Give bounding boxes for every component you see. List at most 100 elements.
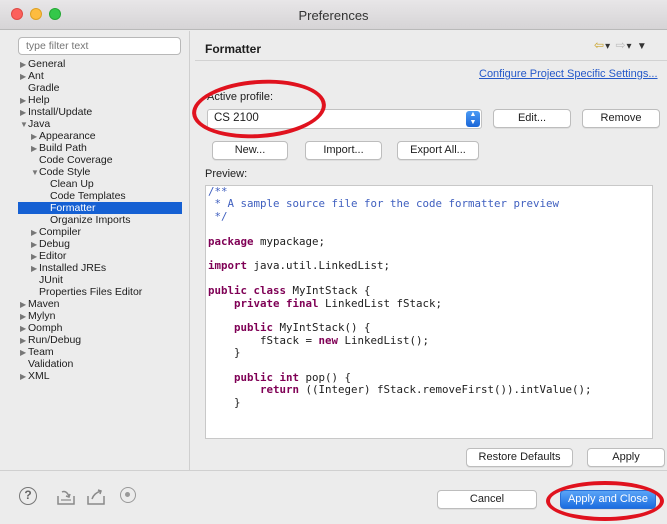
code-token: MyIntStack() { [273, 321, 371, 335]
import-icon[interactable] [56, 488, 76, 509]
tree-item-label: Maven [28, 298, 60, 310]
tree-item[interactable]: JUnit [18, 274, 182, 286]
tree-item-label: Run/Debug [28, 334, 82, 346]
import-profile-button[interactable]: Import... [305, 141, 382, 160]
code-token: pop() { [299, 370, 352, 384]
restore-defaults-button[interactable]: Restore Defaults [466, 448, 573, 467]
tree-item-label: Clean Up [50, 178, 94, 190]
tree-item-label: Formatter [50, 202, 96, 214]
tree-item[interactable]: ▶ General [18, 58, 182, 70]
tree-item[interactable]: ▶ Compiler [18, 226, 182, 238]
tree-item[interactable]: ▶ Mylyn [18, 310, 182, 322]
code-token: } [208, 346, 241, 360]
tree-item[interactable]: ▶ XML [18, 370, 182, 382]
tree-item-label: Team [28, 346, 54, 358]
tree-item[interactable]: ▼Code Style [18, 166, 182, 178]
window-title: Preferences [298, 8, 369, 23]
code-token: import [208, 259, 248, 273]
code-token: LinkedList(); [338, 333, 430, 347]
tree-item[interactable]: ▶ Team [18, 346, 182, 358]
annotation-ring-apply-close [546, 481, 664, 521]
apply-button[interactable]: Apply [587, 448, 665, 467]
annotation-ring-profile [190, 75, 328, 143]
footer-divider [0, 470, 667, 471]
tree-item-label: Compiler [39, 226, 82, 238]
expand-arrow-icon[interactable]: ▶ [20, 371, 28, 383]
code-line: private final LinkedList fStack; [208, 296, 650, 310]
tree-item[interactable]: Clean Up [18, 178, 182, 190]
preview-label: Preview: [205, 168, 248, 180]
page-title: Formatter [205, 42, 262, 56]
tree-item[interactable]: ▶ Install/Update [18, 106, 182, 118]
code-token: mypackage; [253, 234, 326, 248]
code-token: } [208, 395, 241, 409]
preference-tree: ▶ General ▶ Ant Gradle ▶ Help ▶ Install/Update ▼J… [18, 58, 182, 382]
title-bar: Preferences [0, 0, 667, 30]
remove-button[interactable]: Remove [582, 109, 660, 128]
tree-item[interactable]: ▶ Build Path [18, 142, 182, 154]
code-token: */ [208, 209, 228, 223]
code-token: /** [208, 185, 228, 198]
code-token: public class [208, 284, 287, 298]
view-menu-icon[interactable]: ▼ [637, 41, 648, 52]
code-line: } [208, 395, 650, 409]
code-token: return [260, 383, 300, 397]
tree-item[interactable]: ▶ Maven [18, 298, 182, 310]
record-icon[interactable] [120, 487, 136, 503]
code-token: new [318, 333, 339, 347]
tree-item[interactable]: ▶ Editor [18, 250, 182, 262]
forward-dropdown-icon[interactable]: ▾ [627, 41, 633, 52]
tree-item[interactable]: Properties Files Editor [18, 286, 182, 298]
configure-project-settings-link[interactable]: Configure Project Specific Settings... [479, 68, 658, 80]
edit-button[interactable]: Edit... [493, 109, 571, 128]
tree-item[interactable]: ▼Java [18, 118, 182, 130]
tree-item-label: Installed JREs [39, 262, 107, 274]
tree-item-label: Install/Update [28, 106, 93, 118]
tree-item-label: XML [28, 370, 50, 382]
tree-item[interactable]: Formatter [18, 202, 182, 214]
tree-item-label: Debug [39, 238, 70, 250]
tree-item[interactable]: ▶ Oomph [18, 322, 182, 334]
code-line: } [208, 346, 650, 360]
tree-item[interactable]: ▶ Help [18, 94, 182, 106]
tree-item-label: Code Style [39, 166, 91, 178]
forward-icon[interactable]: ⇨ [615, 38, 626, 52]
tree-item[interactable]: ▶ Debug [18, 238, 182, 250]
back-icon[interactable]: ⇦ [594, 38, 605, 52]
help-icon[interactable]: ? [19, 487, 37, 505]
code-line: fStack = new LinkedList(); [208, 333, 650, 347]
code-token: LinkedList fStack; [318, 296, 443, 310]
code-line: * A sample source file for the code form… [208, 198, 650, 210]
export-all-button[interactable]: Export All... [397, 141, 479, 160]
tree-item[interactable]: Code Templates [18, 190, 182, 202]
tree-item-label: Properties Files Editor [39, 286, 143, 298]
tree-item-label: General [28, 58, 66, 70]
export-icon[interactable] [86, 488, 106, 509]
code-token: public int [234, 370, 300, 384]
tree-item[interactable]: ▶ Run/Debug [18, 334, 182, 346]
tree-item-label: Mylyn [28, 310, 56, 322]
tree-item-label: Appearance [39, 130, 96, 142]
back-dropdown-icon[interactable]: ▾ [605, 41, 611, 52]
tree-item[interactable]: Organize Imports [18, 214, 182, 226]
new-profile-button[interactable]: New... [212, 141, 288, 160]
cancel-button[interactable]: Cancel [437, 490, 537, 509]
tree-item[interactable]: Gradle [18, 82, 182, 94]
pane-divider[interactable] [189, 31, 190, 470]
tree-item[interactable]: ▶ Appearance [18, 130, 182, 142]
select-arrows-icon: ▲ ▼ [466, 111, 480, 127]
code-line: return ((Integer) fStack.removeFirst()).… [208, 384, 650, 396]
tree-item[interactable]: ▶ Ant [18, 70, 182, 82]
tree-item[interactable]: Validation [18, 358, 182, 370]
code-token: fStack = [208, 333, 319, 347]
code-token: MyIntStack { [286, 284, 371, 298]
tree-item-label: Help [28, 94, 50, 106]
tree-item-label: Validation [28, 358, 74, 370]
filter-input[interactable] [18, 37, 181, 55]
code-token: package [208, 234, 254, 248]
tree-item[interactable]: ▶ Installed JREs [18, 262, 182, 274]
code-line: import java.util.LinkedList; [208, 260, 650, 272]
tree-item[interactable]: Code Coverage [18, 154, 182, 166]
